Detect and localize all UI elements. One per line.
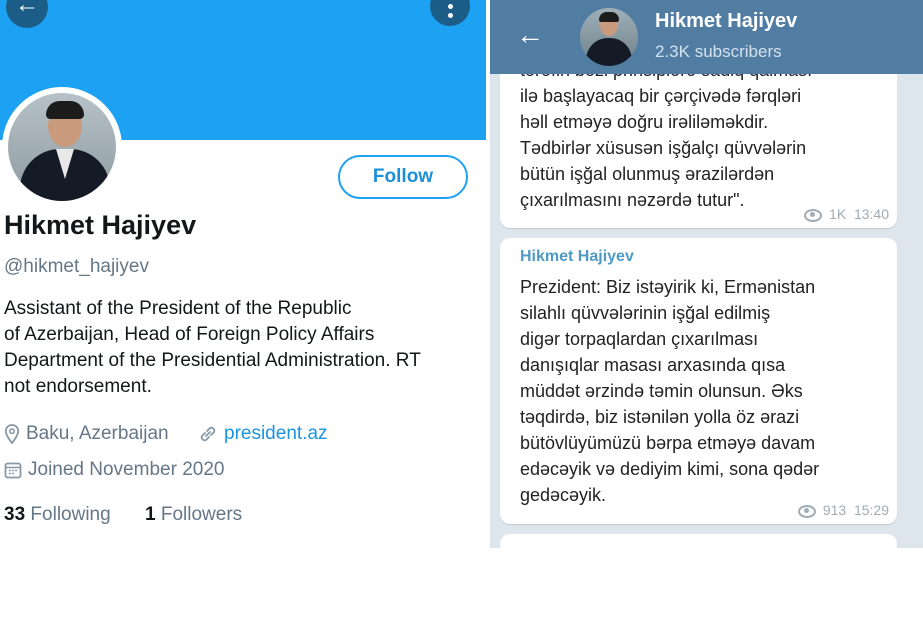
message-line: gedəcəyik. — [520, 485, 607, 505]
message-bubble[interactable]: Hikmet Hajiyev Prezident: Biz istəyirik … — [500, 238, 897, 524]
avatar[interactable] — [2, 87, 122, 207]
bio-line: Assistant of the President of the Republ… — [4, 298, 352, 319]
channel-avatar[interactable] — [580, 8, 638, 66]
channel-title[interactable]: Hikmet Hajiyev — [655, 10, 797, 33]
message-line: digər torpaqlardan çıxarılması — [520, 329, 759, 349]
message-time: 15:29 — [853, 502, 889, 518]
profile-joined: Joined November 2020 — [4, 459, 224, 481]
location-text: Baku, Azerbaijan — [26, 423, 169, 444]
channel-header[interactable]: ← Hikmet Hajiyev 2.3K subscribers — [490, 0, 923, 74]
bio-line: of Azerbaijan, Head of Foreign Policy Af… — [4, 324, 375, 345]
followers-stat[interactable]: 1 Followers — [145, 504, 242, 526]
message-meta: 1K 13:40 — [804, 206, 889, 222]
eye-icon — [797, 504, 816, 518]
eye-icon — [804, 208, 823, 222]
following-label: Following — [30, 504, 111, 525]
profile-location: Baku, Azerbaijan — [4, 423, 169, 445]
bio-line: not endorsement. — [4, 376, 152, 397]
message-line: müddət ərzində təmin olunsun. Əks — [520, 381, 803, 401]
joined-text: Joined November 2020 — [28, 459, 225, 480]
bio-line: Department of the Presidential Administr… — [4, 350, 421, 371]
message-line: bütün işğal olunmuş ərazilərdən — [520, 164, 775, 184]
link-icon — [200, 426, 216, 442]
view-count: 1K — [829, 206, 847, 222]
message-bubble[interactable] — [500, 534, 897, 548]
following-count: 33 — [4, 504, 26, 525]
subscriber-count: 2.3K subscribers — [655, 42, 782, 61]
message-line: edəcəyik və dediyim kimi, sona qədər — [520, 459, 820, 479]
following-stat[interactable]: 33 Following — [4, 504, 111, 526]
view-count: 913 — [822, 502, 847, 518]
message-time: 13:40 — [853, 206, 889, 222]
message-line: bütövlüyümüzü bərpa etməyə davam — [520, 433, 816, 453]
message-text: tərəfin bəzi prinsiplərə sadiq qalması i… — [520, 57, 812, 213]
profile-name: Hikmet Hajiyev — [4, 210, 197, 240]
message-line: təqdirdə, biz istənilən yolla öz ərazi — [520, 407, 800, 427]
location-pin-icon — [4, 424, 20, 444]
message-line: Prezident: Biz istəyirik ki, Ermənistan — [520, 277, 816, 297]
message-line: danışıqlar masası arxasında qısa — [520, 355, 786, 375]
followers-label: Followers — [160, 504, 243, 525]
follow-button[interactable]: Follow — [338, 155, 468, 199]
back-arrow-icon[interactable]: ← — [516, 20, 544, 50]
message-line: həll etməyə doğru irəliləməkdir. — [520, 112, 769, 132]
profile-website[interactable]: president.az — [198, 423, 328, 445]
message-author[interactable]: Hikmet Hajiyev — [520, 248, 634, 266]
message-meta: 913 15:29 — [797, 502, 889, 518]
message-bubble[interactable]: tərəfin bəzi prinsiplərə sadiq qalması i… — [500, 60, 897, 228]
message-line: çıxarılmasını nəzərdə tutur". — [520, 190, 745, 210]
followers-count: 1 — [145, 504, 156, 525]
calendar-icon — [4, 462, 22, 479]
twitter-profile-panel: ← Follow Hikmet Hajiyev @hikmet_hajiyev … — [0, 0, 486, 548]
profile-bio: Assistant of the President of the Republ… — [4, 296, 484, 400]
telegram-channel-panel: tərəfin bəzi prinsiplərə sadiq qalması i… — [490, 0, 923, 548]
website-link[interactable]: president.az — [224, 423, 328, 444]
message-line: Tədbirlər xüsusən işğalçı qüvvələrin — [520, 138, 807, 158]
profile-handle: @hikmet_hajiyev — [4, 256, 149, 277]
message-line: silahlı qüvvələrinin işğal edilmiş — [520, 303, 771, 323]
message-line: ilə başlayacaq bir çərçivədə fərqləri — [520, 86, 802, 106]
message-text: Prezident: Biz istəyirik ki, Ermənistan … — [520, 274, 819, 508]
